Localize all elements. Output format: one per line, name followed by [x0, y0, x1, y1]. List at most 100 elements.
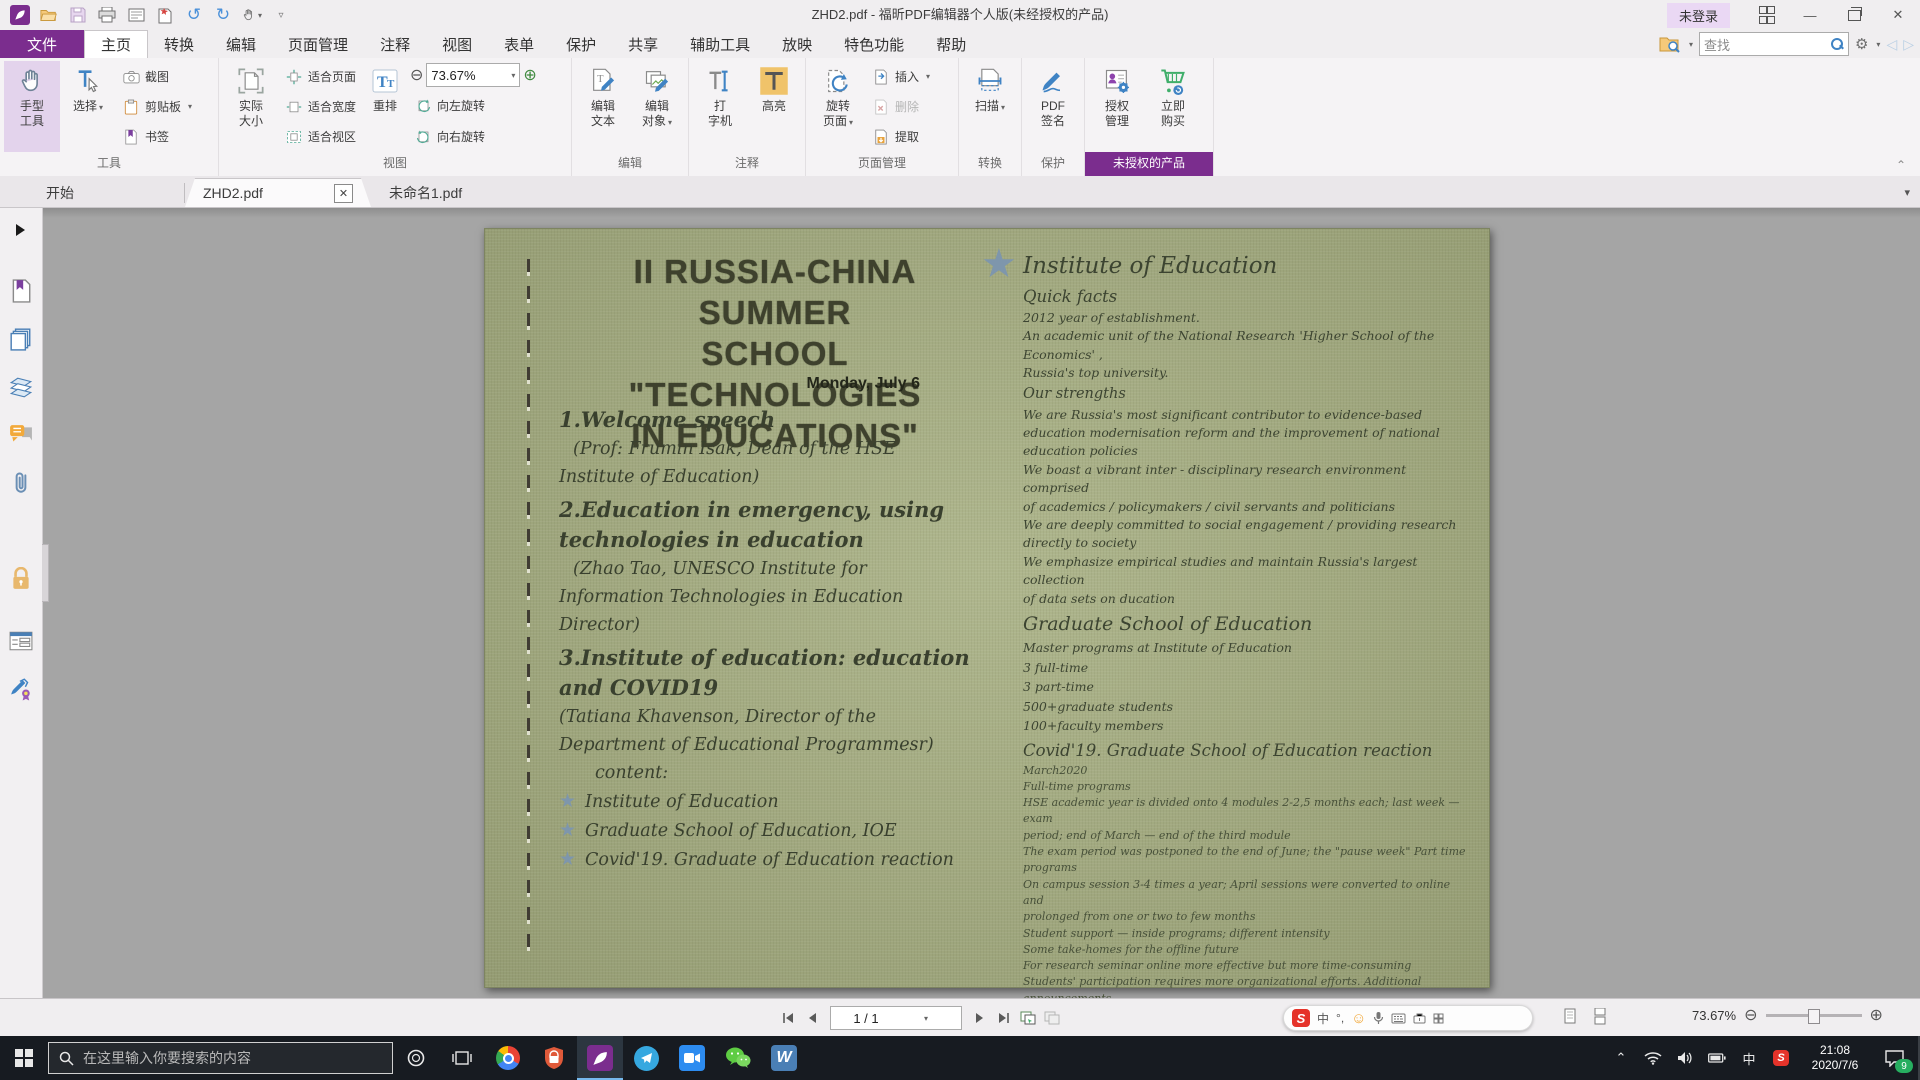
ribbon-tab[interactable]: 编辑 [210, 30, 272, 58]
find-next-button[interactable]: ▷ [1903, 36, 1914, 53]
minimize-button[interactable]: — [1788, 0, 1832, 30]
sogou-grid-button[interactable] [1433, 1013, 1444, 1024]
chevron-down-icon[interactable]: ▾ [1689, 40, 1693, 49]
close-button[interactable]: ✕ [1876, 0, 1920, 30]
soft-keyboard-button[interactable] [1391, 1013, 1406, 1024]
edit-object-button[interactable]: 编辑 对象▾ [630, 61, 684, 152]
license-management-button[interactable]: 授权 管理 [1089, 61, 1145, 152]
clipboard-button[interactable]: 剪贴板 ▾ [118, 93, 196, 120]
fit-width-button[interactable]: 适合宽度 [281, 93, 360, 120]
sogou-tray-icon[interactable]: S [1766, 1036, 1796, 1080]
security-panel-button[interactable] [8, 566, 34, 592]
ribbon-tab[interactable]: 帮助 [920, 30, 982, 58]
insert-page-button[interactable]: 插入 ▾ [868, 63, 934, 90]
taskbar-app-foxit-active[interactable] [577, 1036, 623, 1080]
login-status-button[interactable]: 未登录 [1667, 3, 1730, 28]
save-button[interactable] [68, 5, 88, 25]
buy-now-button[interactable]: 立即 购买 [1145, 61, 1201, 152]
hand-tool-button[interactable]: 手型 工具 [4, 61, 60, 152]
rotate-right-button[interactable]: 向右旋转 [410, 123, 560, 150]
action-center-button[interactable]: 9 [1874, 1036, 1914, 1080]
zoom-in-button[interactable]: ⊕ [523, 65, 536, 85]
rotate-pages-button[interactable]: 旋转 页面▾ [810, 61, 866, 152]
ribbon-tab[interactable]: 表单 [488, 30, 550, 58]
redo-button[interactable]: ↻ [213, 5, 233, 25]
zoom-in-button[interactable]: ⊕ [1870, 1005, 1883, 1025]
ribbon-tab[interactable]: 注释 [364, 30, 426, 58]
ribbon-tab[interactable]: 放映 [766, 30, 828, 58]
snapshot-button[interactable] [1016, 1006, 1040, 1030]
continuous-view-button[interactable] [1590, 1007, 1610, 1027]
restore-window-button[interactable] [1832, 0, 1876, 30]
delete-page-button[interactable]: 删除 [868, 93, 934, 120]
open-file-button[interactable] [39, 5, 59, 25]
taskbar-search-input[interactable]: 在这里输入你要搜索的内容 [48, 1042, 393, 1074]
last-page-button[interactable] [992, 1006, 1016, 1030]
hand-quick-button[interactable]: ▾ [242, 5, 262, 25]
cortana-button[interactable] [393, 1036, 439, 1080]
sogou-logo-icon[interactable]: S [1292, 1009, 1310, 1027]
file-menu-button[interactable]: 文件 [0, 30, 84, 58]
actual-size-button[interactable]: 实际 大小 [223, 61, 279, 152]
ribbon-tab[interactable]: 页面管理 [272, 30, 364, 58]
fit-page-button[interactable]: 适合页面 [281, 63, 360, 90]
tab-document-active[interactable]: ZHD2.pdf ✕ [185, 178, 371, 207]
zoom-level-input[interactable]: 73.67% ▾ [426, 63, 520, 87]
zoom-slider-thumb[interactable] [1808, 1009, 1820, 1024]
tab-start[interactable]: 开始 [28, 179, 184, 207]
zoom-slider[interactable] [1766, 1014, 1862, 1017]
ime-indicator[interactable]: 中 [1734, 1036, 1764, 1080]
chevron-down-icon[interactable]: ▾ [1876, 40, 1880, 49]
collapse-ribbon-button[interactable]: ⌃ [1896, 158, 1906, 172]
expand-panel-icon[interactable] [16, 224, 25, 236]
wifi-icon[interactable] [1638, 1036, 1668, 1080]
zoom-out-button[interactable]: ⊖ [410, 65, 423, 85]
bookmark-button[interactable]: 书签 [118, 123, 196, 150]
taskbar-app-wechat[interactable] [715, 1036, 761, 1080]
search-folder-icon[interactable] [1659, 36, 1681, 53]
ribbon-tab[interactable]: 辅助工具 [674, 30, 766, 58]
bookmarks-panel-button[interactable] [8, 278, 34, 304]
page-number-input[interactable]: 1 / 1 ▾ [830, 1006, 962, 1030]
new-document-button[interactable] [155, 5, 175, 25]
battery-icon[interactable] [1702, 1036, 1732, 1080]
email-button[interactable] [126, 5, 146, 25]
single-page-view-button[interactable] [1560, 1007, 1580, 1027]
typewriter-button[interactable]: 打 字机 [693, 61, 747, 152]
zoom-out-button[interactable]: ⊖ [1744, 1005, 1757, 1025]
hidden-icons-chevron[interactable]: ⌃ [1606, 1036, 1636, 1080]
highlight-button[interactable]: 高亮 [747, 61, 801, 152]
layers-panel-button[interactable] [8, 374, 34, 400]
first-page-button[interactable] [776, 1006, 800, 1030]
taskbar-clock[interactable]: 21:08 2020/7/6 [1798, 1043, 1872, 1073]
ribbon-tab[interactable]: 视图 [426, 30, 488, 58]
previous-page-button[interactable] [800, 1006, 824, 1030]
volume-icon[interactable] [1670, 1036, 1700, 1080]
ribbon-tab[interactable]: 特色功能 [828, 30, 920, 58]
ribbon-tab[interactable]: 主页 [84, 30, 148, 58]
emoji-button[interactable]: ☺ [1351, 1010, 1366, 1027]
taskbar-app-security[interactable] [531, 1036, 577, 1080]
fields-panel-button[interactable] [8, 628, 34, 654]
restore-layout-button[interactable] [1744, 0, 1788, 30]
taskbar-app-meeting[interactable] [669, 1036, 715, 1080]
taskbar-app-telegram[interactable] [623, 1036, 669, 1080]
rotate-left-button[interactable]: 向左旋转 [410, 92, 560, 119]
ime-mode-button[interactable]: 中 [1317, 1010, 1329, 1027]
taskbar-app-chrome[interactable] [485, 1036, 531, 1080]
fit-visible-button[interactable]: 适合视区 [281, 123, 360, 150]
print-button[interactable] [97, 5, 117, 25]
pdf-sign-button[interactable]: PDF 签名 [1026, 61, 1080, 152]
toolbox-button[interactable] [1413, 1012, 1426, 1024]
next-page-button[interactable] [968, 1006, 992, 1030]
sidebar-resize-handle[interactable] [42, 544, 49, 602]
taskbar-app-wps[interactable]: W [761, 1036, 807, 1080]
close-tab-icon[interactable]: ✕ [334, 184, 353, 203]
ribbon-tab[interactable]: 转换 [148, 30, 210, 58]
search-icon[interactable] [1831, 38, 1844, 51]
reflow-button[interactable]: TT 重排 [362, 61, 408, 152]
voice-input-button[interactable] [1373, 1011, 1384, 1025]
ribbon-tab[interactable]: 保护 [550, 30, 612, 58]
comments-panel-button[interactable] [8, 422, 34, 448]
task-view-button[interactable] [439, 1036, 485, 1080]
